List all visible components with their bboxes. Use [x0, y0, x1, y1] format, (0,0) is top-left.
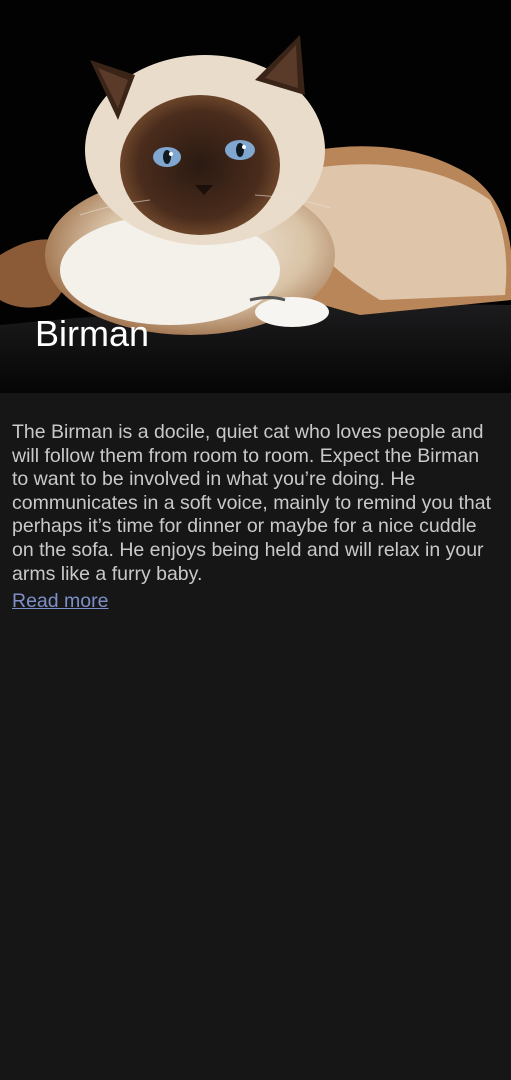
- breed-description: The Birman is a docile, quiet cat who lo…: [12, 421, 492, 585]
- read-more-link[interactable]: Read more: [12, 590, 108, 614]
- breed-hero: Birman: [0, 0, 511, 393]
- breed-detail-screen: Birman The Birman is a docile, quiet cat…: [0, 0, 511, 1080]
- breed-info: The Birman is a docile, quiet cat who lo…: [12, 421, 500, 614]
- breed-title: Birman: [35, 313, 150, 354]
